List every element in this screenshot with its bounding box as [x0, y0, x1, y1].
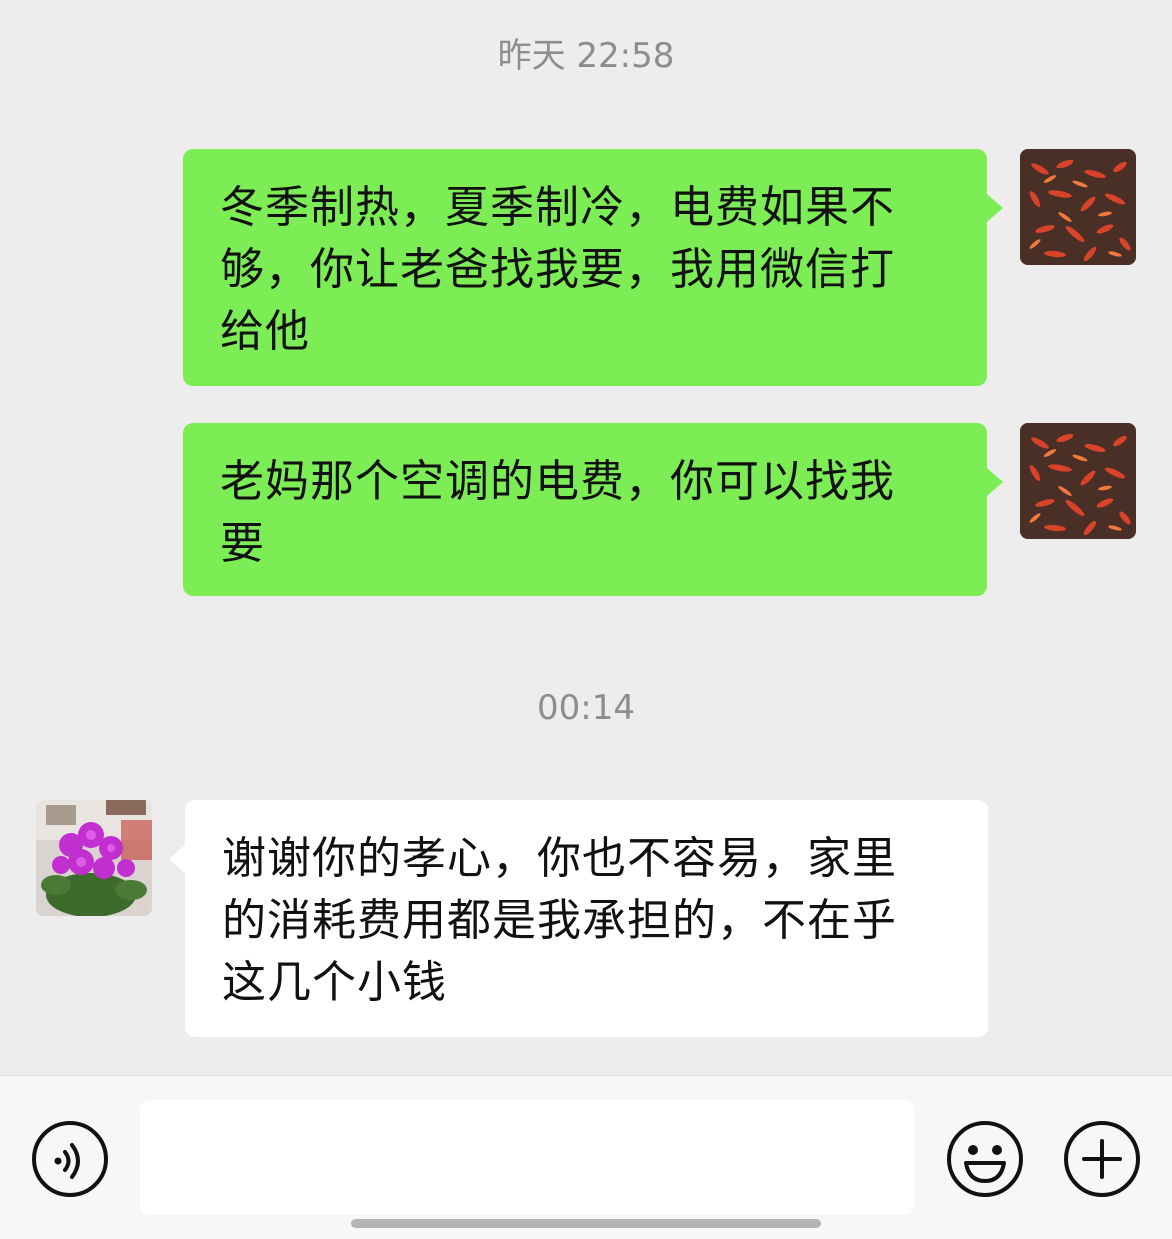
chat-area[interactable]: 昨天 22:58 冬季制热，夏季制冷，电费如果不 够，你让老爸找我要，我用微信打…: [0, 0, 1172, 1075]
voice-button[interactable]: [30, 1119, 110, 1199]
self-avatar[interactable]: [1020, 423, 1136, 539]
koi-fish-pond-avatar: [1020, 423, 1136, 539]
message-line: 要: [220, 518, 265, 569]
message-line: 够，你让老爸找我要，我用微信打: [220, 244, 895, 295]
voice-icon: [32, 1121, 108, 1197]
contact-avatar[interactable]: [36, 800, 152, 916]
input-bar: [0, 1075, 1172, 1239]
emoji-button[interactable]: [945, 1119, 1025, 1199]
koi-fish-pond-avatar: [1020, 149, 1136, 265]
message-input[interactable]: [140, 1100, 914, 1215]
emoji-icon: [947, 1121, 1023, 1197]
message-line: 谢谢你的孝心，你也不容易，家里: [222, 833, 897, 884]
purple-flower-avatar: [36, 800, 152, 916]
bubble-tail: [987, 468, 1003, 496]
timestamp: 昨天 22:58: [497, 36, 675, 76]
home-indicator[interactable]: [351, 1219, 821, 1228]
more-button[interactable]: [1062, 1119, 1142, 1199]
self-avatar[interactable]: [1020, 149, 1136, 265]
plus-icon: [1064, 1121, 1140, 1197]
message-line: 给他: [220, 306, 310, 357]
message-line: 老妈那个空调的电费，你可以找我: [220, 456, 895, 507]
message-bubble-received[interactable]: 谢谢你的孝心，你也不容易，家里 的消耗费用都是我承担的，不在乎 这几个小钱: [185, 800, 988, 1037]
message-line: 的消耗费用都是我承担的，不在乎: [222, 895, 897, 946]
timestamp: 00:14: [537, 688, 635, 728]
bubble-tail: [987, 194, 1003, 222]
message-line: 这几个小钱: [222, 957, 447, 1008]
message-line: 冬季制热，夏季制冷，电费如果不: [220, 182, 895, 233]
bubble-tail: [169, 845, 185, 873]
message-bubble-sent[interactable]: 冬季制热，夏季制冷，电费如果不 够，你让老爸找我要，我用微信打 给他: [183, 149, 987, 386]
message-bubble-sent[interactable]: 老妈那个空调的电费，你可以找我 要: [183, 423, 987, 596]
